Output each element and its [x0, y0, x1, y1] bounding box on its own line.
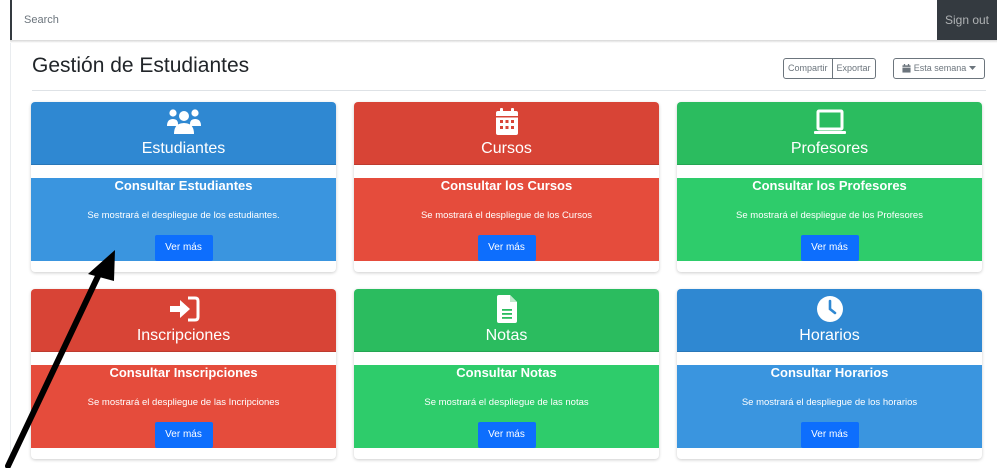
file-icon: [496, 295, 517, 323]
ver-mas-button[interactable]: Ver más: [800, 422, 859, 448]
calendar-icon: [495, 108, 518, 135]
card-header: Horarios: [677, 289, 982, 352]
card-title: Consultar los Profesores: [752, 178, 907, 193]
calendar-small-icon: [902, 64, 911, 73]
card-body: Consultar Horarios Se mostrará el despli…: [677, 365, 982, 448]
week-dropdown-label: Esta semana: [913, 63, 967, 73]
card-cursos: Cursos Consultar los Cursos Se mostrará …: [354, 102, 659, 272]
card-horarios: Horarios Consultar Horarios Se mostrará …: [677, 289, 982, 459]
card-estudiantes: Estudiantes Consultar Estudiantes Se mos…: [31, 102, 336, 272]
card-category: Inscripciones: [136, 327, 231, 344]
card-category: Horarios: [799, 327, 860, 344]
card-body: Consultar los Profesores Se mostrará el …: [677, 178, 982, 261]
week-dropdown[interactable]: Esta semana: [893, 58, 985, 79]
card-title: Consultar los Cursos: [440, 178, 573, 193]
card-category: Profesores: [790, 140, 869, 157]
card-notas: Notas Consultar Notas Se mostrará el des…: [354, 289, 659, 459]
card-text: Se mostrará el despliegue de las Incripc…: [87, 397, 280, 408]
card-text: Se mostrará el despliegue de los estudia…: [87, 210, 280, 221]
caret-down-icon: [969, 66, 977, 70]
card-header: Notas: [354, 289, 659, 352]
users-icon: [166, 109, 201, 134]
card-category: Estudiantes: [141, 140, 226, 157]
ver-mas-button[interactable]: Ver más: [800, 235, 859, 261]
card-header: Inscripciones: [31, 289, 336, 352]
navbar-shadow: [10, 40, 997, 43]
card-inscripciones: Inscripciones Consultar Inscripciones Se…: [31, 289, 336, 459]
ver-mas-button[interactable]: Ver más: [154, 422, 213, 448]
card-body: Consultar Estudiantes Se mostrará el des…: [31, 178, 336, 261]
export-button[interactable]: Exportar: [832, 58, 876, 79]
card-title: Consultar Notas: [456, 365, 557, 380]
card-body: Consultar Notas Se mostrará el despliegu…: [354, 365, 659, 448]
card-title: Consultar Inscripciones: [109, 365, 258, 380]
card-header: Cursos: [354, 102, 659, 165]
navbar: Sign out: [0, 0, 997, 40]
sign-out-button[interactable]: Sign out: [937, 0, 997, 40]
page-title: Gestión de Estudiantes: [32, 54, 250, 77]
card-body: Consultar los Cursos Se mostrará el desp…: [354, 178, 659, 261]
clock-icon: [816, 296, 843, 322]
search-input[interactable]: [10, 0, 936, 40]
ver-mas-button[interactable]: Ver más: [154, 235, 213, 261]
card-header: Profesores: [677, 102, 982, 165]
share-button[interactable]: Compartir: [783, 58, 833, 79]
card-profesores: Profesores Consultar los Profesores Se m…: [677, 102, 982, 272]
card-category: Cursos: [481, 140, 532, 157]
card-body: Consultar Inscripciones Se mostrará el d…: [31, 365, 336, 448]
toolbar-button-group: Compartir Exportar: [783, 58, 876, 79]
sidebar-border: [10, 43, 11, 468]
ver-mas-button[interactable]: Ver más: [477, 422, 536, 448]
card-text: Se mostrará el despliegue de los Cursos: [420, 210, 593, 221]
card-text: Se mostrará el despliegue de los horario…: [741, 397, 918, 408]
card-header: Estudiantes: [31, 102, 336, 165]
card-title: Consultar Estudiantes: [114, 178, 253, 193]
card-text: Se mostrará el despliegue de las notas: [424, 397, 589, 408]
card-category: Notas: [485, 327, 528, 344]
header-divider: [32, 90, 986, 91]
sign-in-icon: [169, 296, 199, 322]
ver-mas-button[interactable]: Ver más: [477, 235, 536, 261]
card-title: Consultar Horarios: [770, 365, 889, 380]
laptop-icon: [813, 109, 846, 134]
card-text: Se mostrará el despliegue de los Profeso…: [736, 210, 923, 221]
